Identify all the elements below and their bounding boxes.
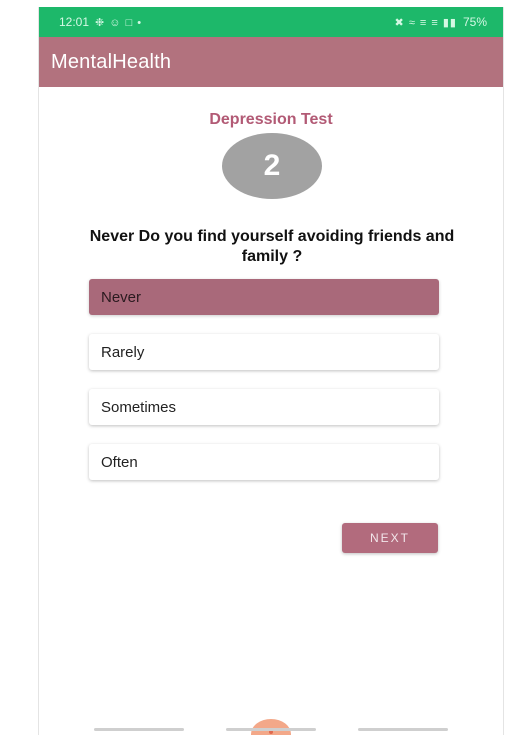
nav-back-handle[interactable] <box>358 727 448 731</box>
option-often[interactable]: Often <box>89 444 439 480</box>
notification-icons: ❉ ☺ □ • <box>95 16 143 29</box>
status-bar-left: 12:01 ❉ ☺ □ • <box>59 15 142 29</box>
nav-home-handle[interactable] <box>226 727 316 731</box>
nav-recents-handle[interactable] <box>94 727 184 731</box>
status-time: 12:01 <box>59 15 90 29</box>
option-label: Never <box>101 288 142 306</box>
battery-level: 75% <box>462 15 487 29</box>
screenshot-frame: 12:01 ❉ ☺ □ • ✖ ≈ ≡ ≡ ▮▮ 75% MentalHealt… <box>0 0 509 742</box>
app-bar: MentalHealth <box>39 37 503 87</box>
option-label: Often <box>101 453 138 471</box>
signal-icons: ✖ ≈ ≡ ≡ ▮▮ <box>394 16 457 29</box>
system-nav-bar <box>39 723 503 735</box>
question-text: Never Do you find yourself avoiding frie… <box>89 228 455 265</box>
option-rarely[interactable]: Rarely <box>89 334 439 370</box>
app-title: MentalHealth <box>51 50 172 73</box>
question-number-badge: 2 <box>222 133 322 199</box>
next-button-label: NEXT <box>369 531 410 545</box>
status-bar-right: ✖ ≈ ≡ ≡ ▮▮ 75% <box>395 15 487 29</box>
option-label: Sometimes <box>101 398 177 416</box>
option-never[interactable]: Never <box>89 279 439 315</box>
next-button[interactable]: NEXT <box>342 523 438 553</box>
status-bar: 12:01 ❉ ☺ □ • ✖ ≈ ≡ ≡ ▮▮ 75% <box>39 7 503 37</box>
test-title: Depression Test <box>209 111 333 128</box>
phone-screen: 12:01 ❉ ☺ □ • ✖ ≈ ≡ ≡ ▮▮ 75% MentalHealt… <box>38 7 504 735</box>
option-sometimes[interactable]: Sometimes <box>89 389 439 425</box>
option-label: Rarely <box>101 343 145 361</box>
